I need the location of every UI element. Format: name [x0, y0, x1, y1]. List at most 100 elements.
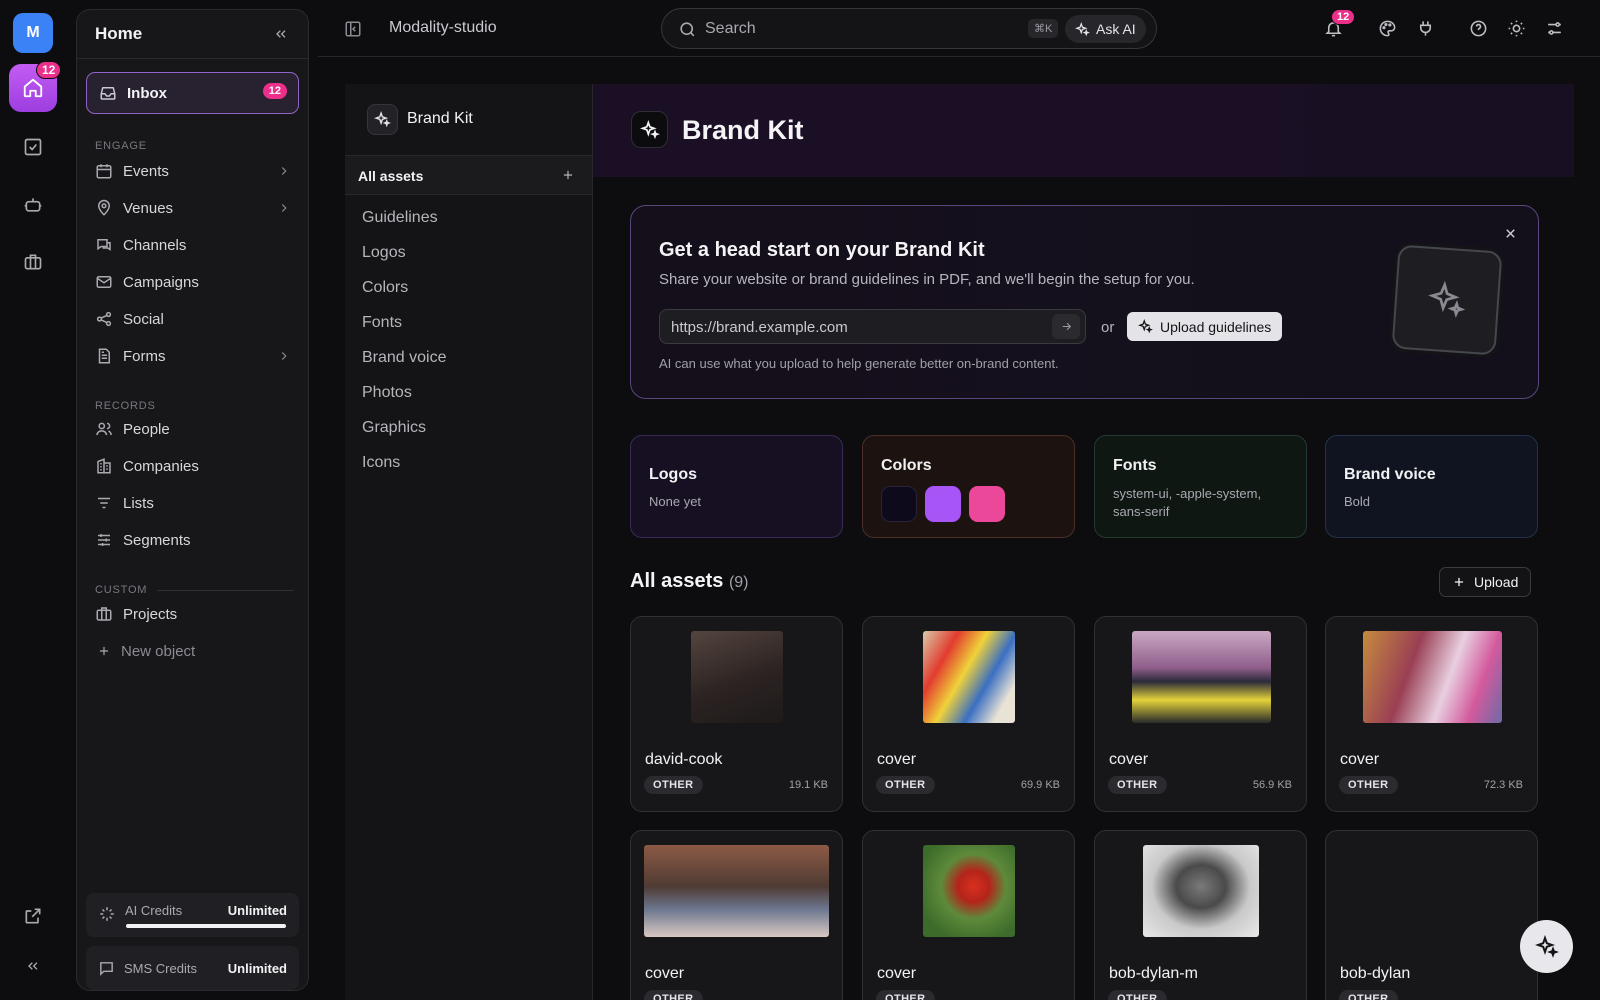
brand-kit-nav: Brand Kit All assets Guidelines Logos Co…	[345, 84, 593, 1000]
help-icon[interactable]	[1469, 19, 1488, 38]
ask-ai-button[interactable]: Ask AI	[1065, 15, 1146, 43]
sidebar-item-label: Venues	[123, 199, 174, 217]
color-swatch[interactable]	[881, 486, 917, 522]
sidebar-item-inbox[interactable]: Inbox 12	[86, 72, 299, 114]
fonts-tile[interactable]: Fonts system-ui, -apple-system, sans-ser…	[1094, 435, 1307, 538]
sun-icon[interactable]	[1507, 19, 1526, 38]
plug-icon[interactable]	[1416, 19, 1435, 38]
ai-credits-value: Unlimited	[227, 903, 287, 918]
tasks-icon[interactable]	[12, 126, 54, 168]
sidebar-title: Home	[95, 24, 143, 43]
nav-item-logos[interactable]: Logos	[362, 244, 406, 262]
asset-card[interactable]: bob-dylan OTHER	[1325, 830, 1538, 1000]
asset-type-badge: OTHER	[1108, 776, 1167, 794]
new-object-button[interactable]: New object	[86, 635, 299, 667]
promo-title: Get a head start on your Brand Kit	[659, 239, 985, 261]
color-swatch[interactable]	[925, 486, 961, 522]
arrow-right-icon	[1062, 322, 1071, 331]
brand-voice-tile[interactable]: Brand voice Bold	[1325, 435, 1538, 538]
nav-item-graphics[interactable]: Graphics	[362, 419, 426, 437]
website-url-input[interactable]: https://brand.example.com	[659, 309, 1086, 344]
search-icon	[680, 22, 695, 37]
sidebar-item-events[interactable]: Events	[86, 155, 299, 187]
list-icon	[98, 497, 110, 509]
asset-card[interactable]: cover OTHER 56.9 KB	[1094, 616, 1307, 812]
message-icon	[100, 961, 113, 976]
ai-credits-label: AI Credits	[125, 903, 183, 918]
upload-button[interactable]: Upload	[1439, 567, 1532, 597]
color-swatch[interactable]	[969, 486, 1005, 522]
workspace-name[interactable]: Modality-studio	[389, 19, 497, 37]
section-label-custom: CUSTOM	[95, 584, 148, 596]
sidebar-item-campaigns[interactable]: Campaigns	[86, 266, 299, 298]
search-bar[interactable]: Search ⌘K Ask AI	[661, 8, 1157, 49]
palette-icon[interactable]	[1378, 19, 1397, 38]
asset-card[interactable]: cover OTHER	[630, 830, 843, 1000]
external-link-icon[interactable]	[12, 895, 54, 937]
asset-size: 19.1 KB	[788, 779, 828, 791]
sparkle-icon	[100, 907, 114, 921]
all-assets-item[interactable]: All assets	[345, 156, 592, 195]
asset-card[interactable]: bob-dylan-m OTHER	[1094, 830, 1307, 1000]
share-icon	[96, 311, 112, 327]
tile-value: None yet	[649, 494, 702, 509]
ai-assistant-button[interactable]	[1520, 920, 1573, 973]
asset-name: cover	[645, 965, 685, 982]
upload-guidelines-label: Upload guidelines	[1160, 318, 1272, 335]
plus-icon[interactable]	[561, 168, 575, 182]
sidebar-item-label: People	[123, 420, 170, 438]
asset-card[interactable]: david-cook OTHER 19.1 KB	[630, 616, 843, 812]
tile-title: Brand voice	[1344, 466, 1436, 483]
expand-sidebar-icon[interactable]	[12, 945, 54, 987]
assets-count: (9)	[728, 574, 749, 591]
logos-tile[interactable]: Logos None yet	[630, 435, 843, 538]
bot-icon[interactable]	[12, 184, 54, 226]
asset-type-badge: OTHER	[876, 990, 935, 1000]
sparkle-icon	[1138, 319, 1153, 334]
plus-icon	[1454, 577, 1464, 587]
nav-item-brand-voice[interactable]: Brand voice	[362, 349, 447, 367]
section-label-records: RECORDS	[95, 400, 156, 412]
nav-item-colors[interactable]: Colors	[362, 279, 408, 297]
close-icon[interactable]	[1503, 226, 1518, 241]
submit-url-button[interactable]	[1052, 314, 1080, 339]
nav-item-icons[interactable]: Icons	[362, 454, 400, 472]
asset-type-badge: OTHER	[644, 776, 703, 794]
sidebar-item-segments[interactable]: Segments	[86, 524, 299, 556]
sms-credits-label: SMS Credits	[124, 960, 197, 976]
tile-title: Fonts	[1113, 457, 1157, 474]
panel-toggle-icon[interactable]	[344, 20, 362, 38]
chevron-right-icon	[281, 352, 287, 360]
promo-note: AI can use what you upload to help gener…	[659, 356, 1059, 371]
collapse-sidebar-icon[interactable]	[273, 26, 289, 42]
upload-guidelines-button[interactable]: Upload guidelines	[1127, 312, 1283, 341]
asset-card[interactable]: cover OTHER 72.3 KB	[1325, 616, 1538, 812]
asset-card[interactable]: cover OTHER 69.9 KB	[862, 616, 1075, 812]
sidebar-item-companies[interactable]: Companies	[86, 450, 299, 482]
tile-value: Bold	[1344, 494, 1371, 509]
sidebar-item-label: Lists	[123, 494, 154, 512]
sidebar-item-label: Campaigns	[123, 273, 199, 291]
workspace-avatar[interactable]: M	[13, 13, 53, 53]
sidebar-item-venues[interactable]: Venues	[86, 192, 299, 224]
asset-name: cover	[877, 965, 917, 982]
sidebar-item-label: Events	[123, 162, 169, 180]
nav-item-photos[interactable]: Photos	[362, 384, 412, 402]
sidebar-item-lists[interactable]: Lists	[86, 487, 299, 519]
settings-sliders-icon[interactable]	[1545, 19, 1564, 38]
sms-credits-value: Unlimited	[227, 960, 287, 976]
sidebar-item-social[interactable]: Social	[86, 303, 299, 335]
nav-item-fonts[interactable]: Fonts	[362, 314, 402, 332]
sparkle-icon	[1075, 21, 1090, 36]
briefcase-icon[interactable]	[12, 241, 54, 283]
sidebar-item-channels[interactable]: Channels	[86, 229, 299, 261]
sidebar-item-projects[interactable]: Projects	[86, 598, 299, 630]
sidebar-item-forms[interactable]: Forms	[86, 340, 299, 372]
sidebar-item-people[interactable]: People	[86, 413, 299, 445]
divider	[77, 58, 308, 59]
asset-card[interactable]: cover OTHER	[862, 830, 1075, 1000]
nav-item-guidelines[interactable]: Guidelines	[362, 209, 438, 227]
asset-type-badge: OTHER	[876, 776, 935, 794]
tile-title: Logos	[649, 466, 697, 483]
colors-tile[interactable]: Colors	[862, 435, 1075, 538]
